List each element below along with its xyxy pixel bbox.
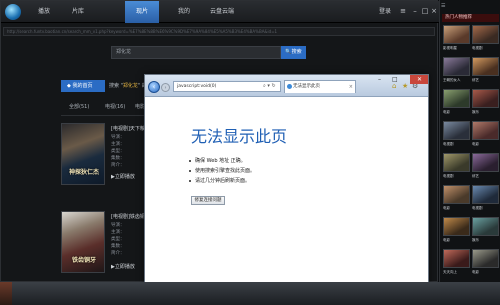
error-tip-2: 使用搜索引擎查找此页面。 — [195, 168, 256, 174]
sidebar-thumbnail-label: 影视明星 — [443, 46, 457, 50]
sidebar-thumbnail-label: 娱乐 — [472, 238, 479, 242]
sidebar-thumbnail-label: 电影 — [443, 238, 450, 242]
sidebar-thumbnail[interactable] — [443, 57, 470, 76]
address-tools[interactable]: ⌕ ▾ ↻ — [263, 81, 276, 92]
nav-tab-cloud[interactable]: 云盘云端 — [203, 1, 241, 23]
sidebar-thumbnail[interactable] — [472, 217, 499, 236]
taskbar — [0, 282, 500, 305]
search-button[interactable]: 🔍搜索 — [281, 46, 306, 59]
sidebar-menu-icon[interactable]: ☰ — [441, 3, 445, 9]
home-icon[interactable]: ⌂ — [392, 82, 396, 90]
ie-toolbar: ‹ › javascript:void(0) ⌕ ▾ ↻ 无法显示此页 × ⌂ … — [145, 75, 428, 97]
address-bar[interactable]: http://search.funtv.baotian.cn/search_mm… — [3, 27, 435, 36]
sidebar-thumbnail-label: 王朝的女人 — [443, 78, 461, 82]
nav-tab-library[interactable]: 片库 — [63, 1, 93, 23]
dropdown-icon[interactable]: ▾ — [267, 83, 270, 89]
back-icon[interactable]: ‹ — [148, 81, 160, 93]
poster-2[interactable]: 铁齿铜牙 — [61, 211, 105, 273]
fix-connection-button[interactable]: 修复连接问题 — [191, 196, 225, 205]
sidebar-thumbnail-label: 电影 — [443, 206, 450, 210]
minimize-icon[interactable]: – — [378, 76, 381, 83]
sidebar-thumbnail[interactable] — [443, 121, 470, 140]
minimize-icon[interactable]: – — [411, 7, 419, 15]
sidebar-thumbnail-label: 天天向上 — [443, 270, 457, 274]
sidebar-thumbnail-label: 电影 — [472, 142, 479, 146]
sidebar-thumbnail[interactable] — [443, 249, 470, 268]
ie-tab[interactable]: 无法显示此页 × — [284, 80, 356, 93]
sidebar-thumbnail[interactable] — [472, 25, 499, 44]
maximize-icon[interactable]: □ — [421, 7, 429, 15]
sidebar-thumbnail[interactable] — [472, 121, 499, 140]
bullet-icon — [189, 160, 191, 162]
close-icon[interactable]: × — [430, 7, 438, 15]
sidebar-thumbnail-label: 综艺 — [472, 78, 479, 82]
forward-icon[interactable]: › — [161, 83, 170, 92]
play-button-2[interactable]: ▶立即播放 — [111, 263, 135, 270]
error-tip-3: 请过几分钟后刷新页面。 — [195, 178, 251, 184]
item-meta-2: 导演： 主演： 类型： 集数： 简介： — [111, 223, 125, 256]
menu-icon[interactable]: ≡ — [399, 7, 407, 15]
filter-all[interactable]: 全部(51) — [69, 103, 89, 110]
favorites-icon[interactable]: ★ — [402, 82, 408, 90]
sidebar-thumbnail-label: 电视剧 — [472, 46, 483, 50]
error-tip-1: 确保 Web 地址 正确。 — [195, 158, 246, 164]
item-meta-1: 导演： 主演： 类型： 集数： 简介： — [111, 135, 125, 168]
sidebar-thumbnail[interactable] — [443, 217, 470, 236]
poster-1[interactable]: 神探狄仁杰 — [61, 123, 105, 185]
nav-tab-play[interactable]: 播放 — [29, 1, 59, 23]
sidebar-thumbnail-label: 电影 — [472, 270, 479, 274]
filter-tv[interactable]: 电视(16) — [105, 103, 125, 110]
sidebar-thumbnail-label: 电视剧 — [472, 206, 483, 210]
sidebar-thumbnail[interactable] — [443, 185, 470, 204]
sidebar-thumbnail-label: 电影 — [443, 110, 450, 114]
tab-close-icon[interactable]: × — [349, 81, 353, 93]
app-logo-icon — [5, 4, 21, 20]
play-button-1[interactable]: ▶立即播放 — [111, 173, 135, 180]
sidebar-thumbnail[interactable] — [472, 185, 499, 204]
sidebar-thumbnail-label: 综艺 — [472, 174, 479, 178]
poster-title: 神探狄仁杰 — [68, 169, 99, 176]
login-link[interactable]: 登录 — [379, 1, 391, 23]
sidebar-thumbnail-label: 电视剧 — [443, 142, 454, 146]
sidebar-thumbnail[interactable] — [443, 153, 470, 172]
sidebar-thumbnail[interactable] — [472, 89, 499, 108]
nav-tab-mine[interactable]: 我的 — [169, 1, 199, 23]
bullet-icon — [189, 170, 191, 172]
player-top-bar: 播放 片库 现片 我的 云盘云端 登录 ≡ – □ × — [1, 1, 439, 23]
sidebar-thumbnail[interactable] — [472, 57, 499, 76]
maximize-icon[interactable]: □ — [392, 76, 398, 83]
refresh-icon[interactable]: ↻ — [272, 83, 276, 89]
ie-window: ‹ › javascript:void(0) ⌕ ▾ ↻ 无法显示此页 × ⌂ … — [144, 74, 429, 305]
ie-tab-icon — [287, 84, 292, 89]
screen: 播放 片库 现片 我的 云盘云端 登录 ≡ – □ × http://searc… — [0, 0, 500, 305]
sidebar-header: 热门人物推荐 — [442, 14, 499, 22]
sidebar-thumbnail-label: 娱乐 — [472, 110, 479, 114]
sidebar-thumbnail[interactable] — [443, 89, 470, 108]
error-heading: 无法显示此页 — [191, 127, 288, 146]
sidebar-thumbnail-label: 电视剧 — [443, 174, 454, 178]
sidebar-thumbnail[interactable] — [472, 153, 499, 172]
breadcrumb-prefix: 搜索 " — [109, 83, 123, 89]
ie-close-button[interactable]: ✕ — [410, 75, 428, 84]
search-input[interactable]: 郑化龙 — [111, 46, 281, 59]
search-icon[interactable]: ⌕ — [263, 83, 266, 89]
home-icon: ◆ — [67, 83, 71, 89]
bullet-icon — [189, 180, 191, 182]
nav-tab-current[interactable]: 现片 — [125, 1, 159, 23]
home-crumb-label: ◆ 我的首页 — [67, 83, 93, 89]
search-button-label: 搜索 — [291, 49, 302, 55]
sidebar-thumbnail[interactable] — [472, 249, 499, 268]
breadcrumb-keyword: 郑化龙 — [122, 83, 138, 89]
poster-title: 铁齿铜牙 — [71, 257, 96, 264]
sidebar-thumbnail[interactable] — [443, 25, 470, 44]
taskbar-corner — [0, 282, 12, 305]
